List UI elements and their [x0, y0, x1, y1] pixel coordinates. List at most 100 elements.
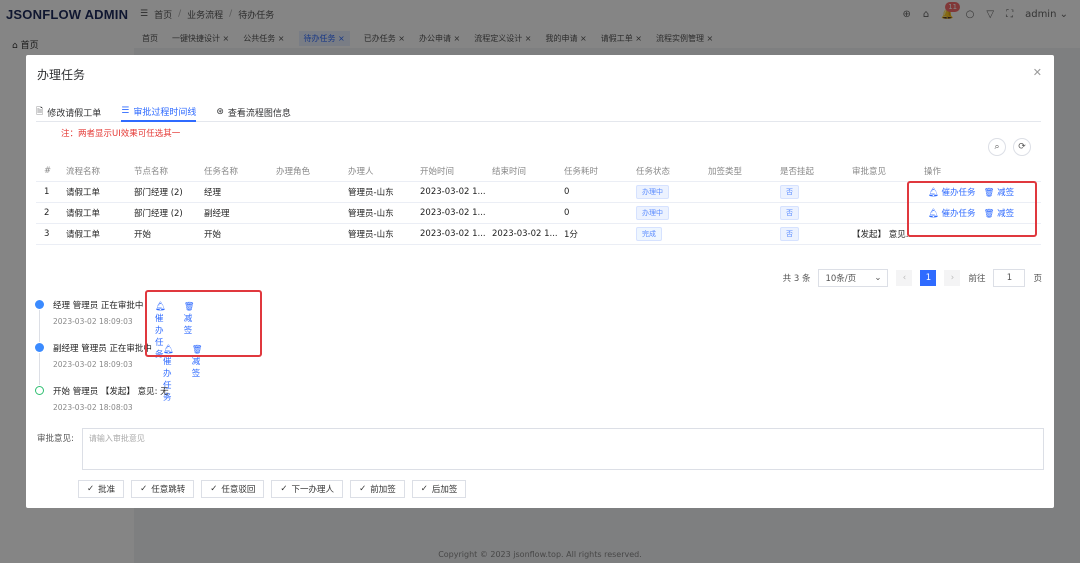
prev-page-button[interactable]: ‹ — [896, 270, 913, 286]
next-page-button[interactable]: › — [944, 270, 961, 286]
tab-approval-timeline[interactable]: ☰ 审批过程时间线 — [121, 102, 197, 122]
goto-page-input[interactable]: 1 — [993, 269, 1026, 287]
suspended-badge: 否 — [780, 227, 799, 241]
cell-duration: 0 — [564, 187, 570, 197]
post-sign-button[interactable]: ✓ 后加签 — [411, 480, 467, 498]
check-icon: ✓ — [280, 484, 288, 494]
check-icon: ✓ — [87, 484, 95, 494]
timeline-connector — [39, 310, 40, 342]
tab-edit-leave-order[interactable]: 🗎 修改请假工单 — [36, 102, 101, 122]
pagination: 共 3 条 10条/页 ⌄ ‹ 1 › 前往 1 页 — [783, 269, 1042, 287]
cell-index: 1 — [44, 187, 50, 197]
table-row: 3 请假工单 开始 开始 管理员-山东 2023-03-02 1... 2023… — [36, 224, 1041, 245]
col-status: 任务状态 — [636, 167, 671, 177]
cell-node-name: 开始 — [134, 230, 152, 240]
check-icon: ✓ — [210, 484, 218, 494]
col-start-time: 开始时间 — [420, 167, 455, 177]
tab-label: 查看流程图信息 — [227, 108, 291, 119]
chevron-down-icon: ⌄ — [874, 273, 882, 283]
cell-flow-name: 请假工单 — [66, 188, 101, 198]
tab-label: 修改请假工单 — [47, 108, 102, 119]
table-header: # 流程名称 节点名称 任务名称 办理角色 办理人 开始时间 结束时间 任务耗时… — [36, 161, 1041, 182]
refresh-button[interactable]: ⟳ — [1013, 138, 1031, 156]
dialog-title: 办理任务 — [37, 68, 86, 82]
task-table: # 流程名称 节点名称 任务名称 办理角色 办理人 开始时间 结束时间 任务耗时… — [36, 161, 1041, 245]
cell-handler: 管理员-山东 — [348, 188, 394, 198]
cell-task-name: 开始 — [204, 230, 222, 240]
col-suspended: 是否挂起 — [780, 167, 815, 177]
page-size-select[interactable]: 10条/页 ⌄ — [818, 269, 889, 287]
suspended-badge: 否 — [780, 206, 799, 220]
action-buttons: ✓ 批准 ✓ 任意跳转 ✓ 任意驳回 ✓ 下一办理人 ✓ 前加签 ✓ 后加签 — [78, 480, 467, 498]
cell-duration: 0 — [564, 208, 570, 218]
timeline-dot-processing — [35, 300, 44, 309]
next-handler-button[interactable]: ✓ 下一办理人 — [271, 480, 344, 498]
approve-button[interactable]: ✓ 批准 — [78, 480, 125, 498]
cell-node-name: 部门经理 (2) — [134, 209, 183, 219]
dialog-tabs: 🗎 修改请假工单 ☰ 审批过程时间线 ⊛ 查看流程图信息 — [36, 102, 1041, 122]
cell-node-name: 部门经理 (2) — [134, 188, 183, 198]
timeline-text: 开始 管理员 【发起】 意见: 无 — [53, 387, 169, 397]
highlight-box-table-actions — [907, 181, 1037, 237]
pre-sign-button[interactable]: ✓ 前加签 — [350, 480, 405, 498]
cell-start-time: 2023-03-02 1... — [420, 229, 486, 239]
timeline-time: 2023-03-02 18:09:03 — [53, 360, 133, 369]
cell-flow-name: 请假工单 — [66, 209, 101, 219]
tab-label: 审批过程时间线 — [133, 107, 197, 118]
goto-label: 前往 — [968, 274, 986, 284]
page-current[interactable]: 1 — [920, 270, 937, 286]
cell-start-time: 2023-03-02 1... — [420, 187, 486, 197]
search-icon: ⌕ — [994, 142, 1000, 152]
col-node-name: 节点名称 — [134, 167, 169, 177]
suspended-badge: 否 — [780, 185, 799, 199]
ui-note: 注：两者显示UI效果可任选其一 — [61, 129, 181, 139]
handle-task-dialog: 办理任务 ✕ 🗎 修改请假工单 ☰ 审批过程时间线 ⊛ 查看流程图信息 注：两者显示U… — [26, 55, 1054, 508]
col-opinion: 审批意见 — [852, 167, 887, 177]
status-badge: 办理中 — [636, 206, 669, 220]
col-flow-name: 流程名称 — [66, 167, 101, 177]
jump-button[interactable]: ✓ 任意跳转 — [131, 480, 195, 498]
col-task-name: 任务名称 — [204, 167, 239, 177]
tab-view-flowchart[interactable]: ⊛ 查看流程图信息 — [216, 102, 291, 122]
total-count: 共 3 条 — [782, 274, 811, 284]
col-actions: 操作 — [924, 167, 942, 177]
approval-opinion: 审批意见: 请输入审批意见 — [37, 428, 1044, 470]
cell-task-name: 经理 — [204, 188, 222, 198]
approval-placeholder: 请输入审批意见 — [88, 434, 145, 443]
table-row: 1 请假工单 部门经理 (2) 经理 管理员-山东 2023-03-02 1..… — [36, 182, 1041, 203]
close-icon[interactable]: ✕ — [1033, 66, 1042, 79]
col-duration: 任务耗时 — [564, 167, 599, 177]
status-badge: 办理中 — [636, 185, 669, 199]
refresh-icon: ⟳ — [1018, 142, 1026, 152]
cell-task-name: 副经理 — [204, 209, 230, 219]
document-icon: 🗎 — [36, 107, 44, 117]
approval-textarea[interactable]: 请输入审批意见 — [81, 428, 1044, 470]
cell-duration: 1分 — [564, 230, 578, 240]
cell-start-time: 2023-03-02 1... — [420, 208, 486, 218]
cell-index: 2 — [44, 208, 50, 218]
timeline-connector — [39, 353, 40, 385]
col-handler: 办理人 — [348, 167, 374, 177]
search-button[interactable]: ⌕ — [988, 138, 1006, 156]
highlight-box-timeline-actions — [145, 290, 262, 357]
cell-end-time: 2023-03-02 1... — [492, 229, 558, 239]
col-role: 办理角色 — [276, 167, 311, 177]
timeline-time: 2023-03-02 18:08:03 — [53, 403, 133, 412]
col-sign-type: 加签类型 — [708, 167, 743, 177]
table-row: 2 请假工单 部门经理 (2) 副经理 管理员-山东 2023-03-02 1.… — [36, 203, 1041, 224]
reject-button[interactable]: ✓ 任意驳回 — [201, 480, 265, 498]
timeline-dot-done — [35, 386, 44, 395]
timeline-item: 开始 管理员 【发起】 意见: 无 2023-03-02 18:08:03 — [35, 385, 169, 428]
col-index: # — [44, 166, 52, 176]
approval-label: 审批意见: — [37, 434, 74, 444]
cell-handler: 管理员-山东 — [348, 230, 394, 240]
page-unit-label: 页 — [1033, 274, 1042, 284]
chevron-left-icon: ‹ — [902, 273, 907, 283]
flowchart-icon: ⊛ — [216, 107, 224, 117]
col-end-time: 结束时间 — [492, 167, 527, 177]
cell-index: 3 — [44, 229, 50, 239]
cell-flow-name: 请假工单 — [66, 230, 101, 240]
check-icon: ✓ — [359, 484, 367, 494]
timeline-dot-processing — [35, 343, 44, 352]
chevron-right-icon: › — [950, 273, 955, 283]
